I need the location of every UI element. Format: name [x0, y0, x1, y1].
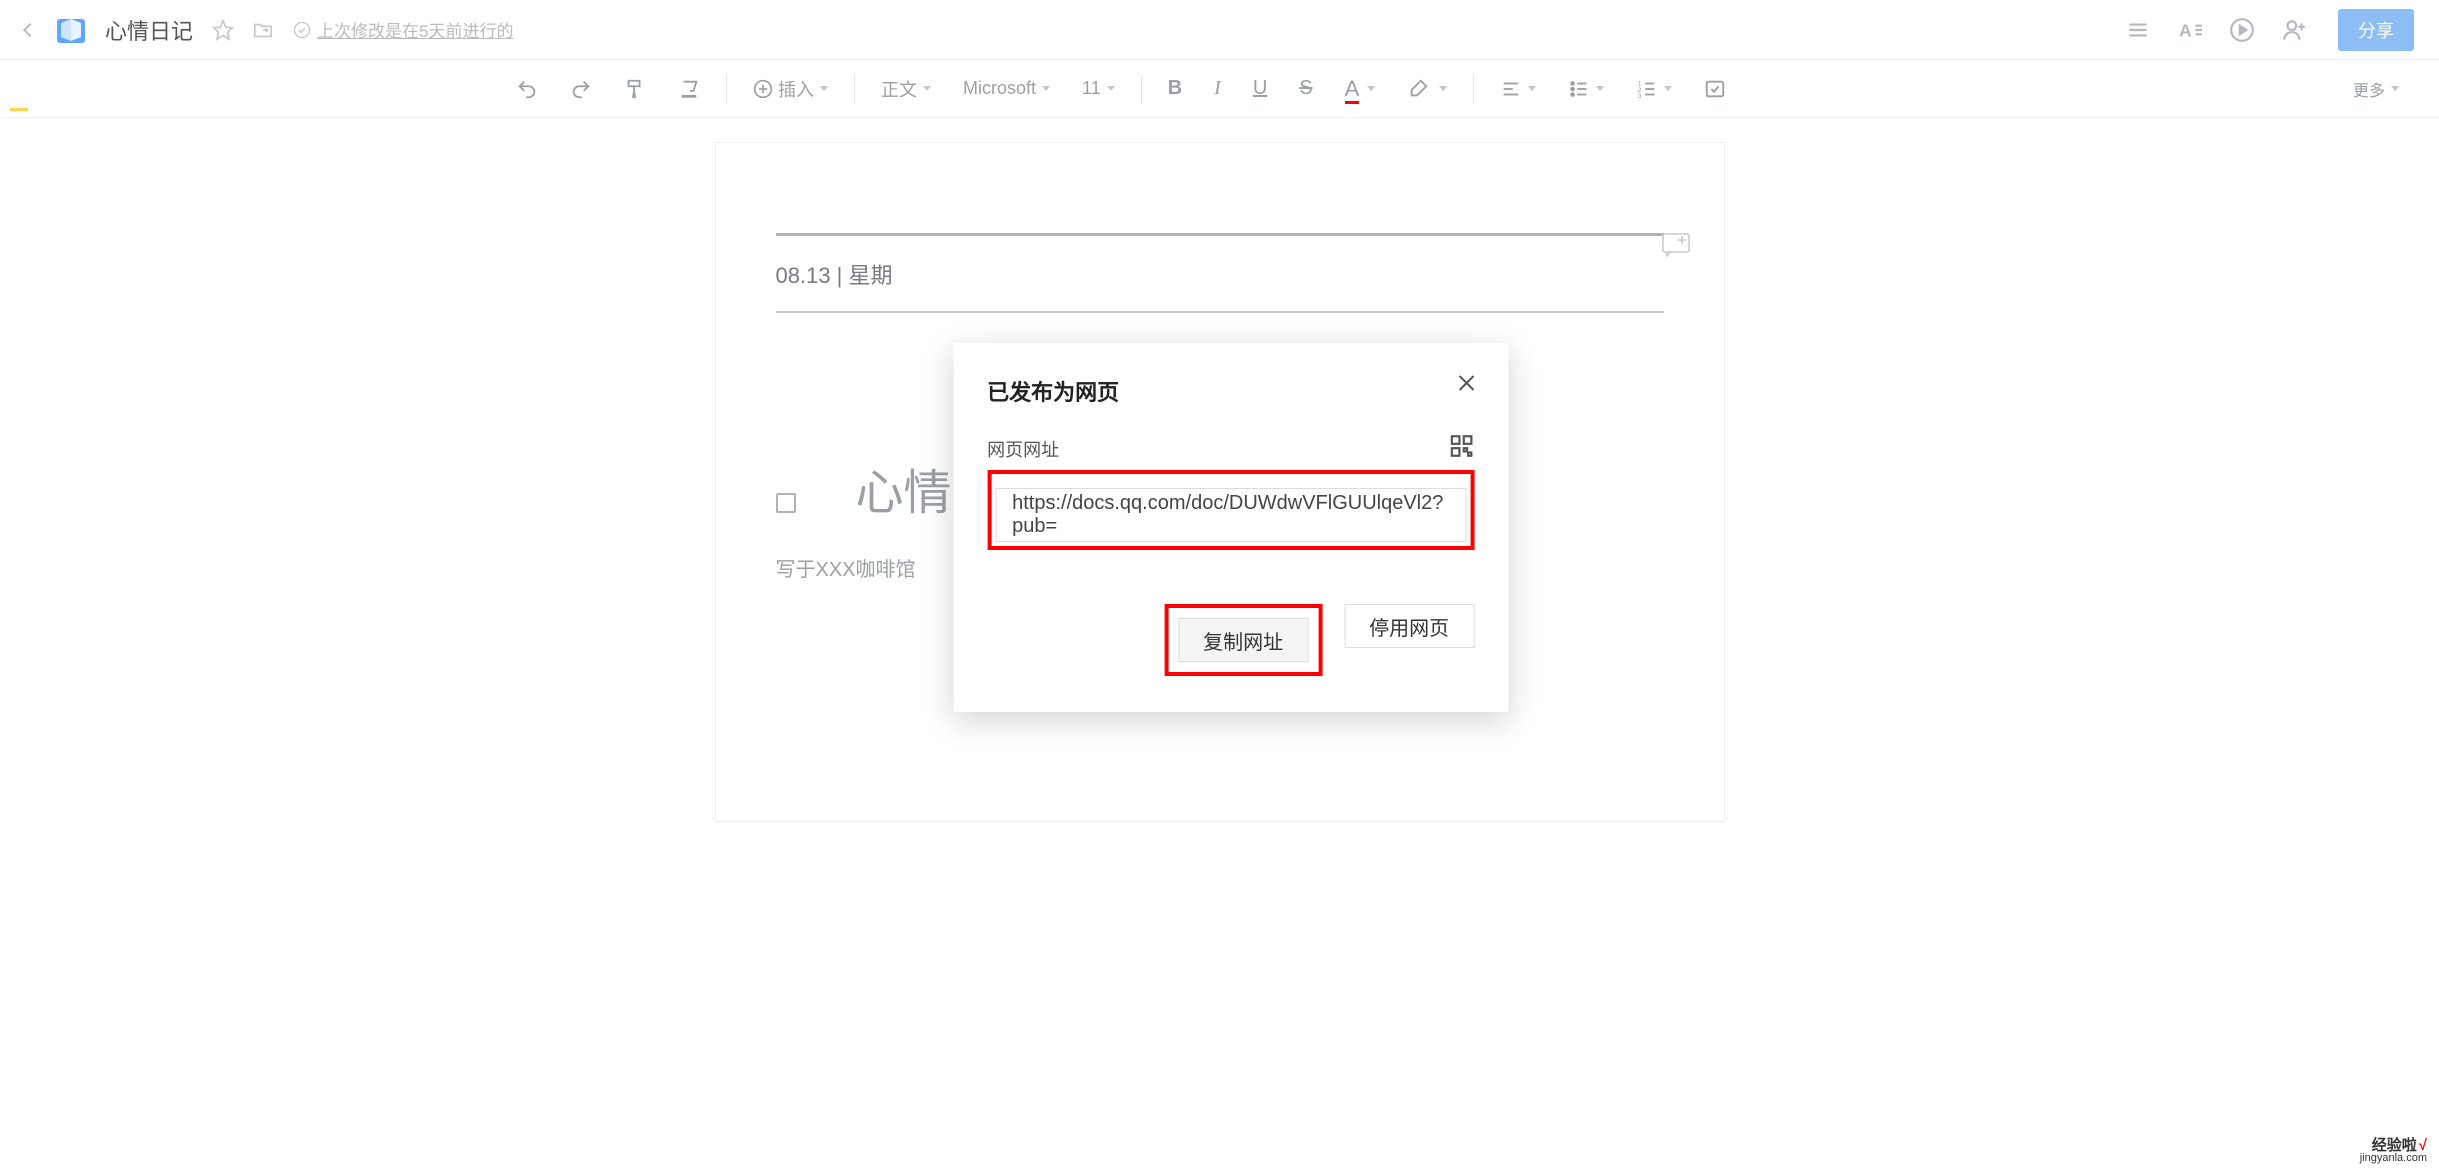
font-family-select[interactable]: Microsoft: [955, 69, 1058, 109]
bold-button[interactable]: B: [1160, 69, 1190, 109]
numbered-list-button[interactable]: 123: [1628, 69, 1680, 109]
page-wrap: 08.13 | 星期 心情日记 写于XXX咖啡馆 已发布为网页 网页网址 htt…: [0, 118, 2439, 882]
italic-button[interactable]: I: [1206, 69, 1229, 109]
watermark: 经验啦√ jingyanla.com: [2360, 1138, 2427, 1165]
highlight-color-button[interactable]: [1399, 69, 1455, 109]
more-label: 更多: [2353, 77, 2385, 101]
svg-text:A: A: [2179, 20, 2192, 40]
svg-text:3: 3: [1638, 93, 1642, 100]
underline-button[interactable]: U: [1245, 69, 1275, 109]
url-value: https://docs.qq.com/doc/DUWdwVFlGUUlqeVl…: [1012, 492, 1449, 538]
paragraph-style-select[interactable]: 正文: [873, 69, 939, 109]
font-color-button[interactable]: A: [1337, 69, 1384, 109]
font-name-label: Microsoft: [963, 78, 1036, 99]
back-icon[interactable]: [23, 22, 37, 36]
checklist-button[interactable]: [1696, 69, 1734, 109]
status-text: 上次修改是在5天前进行的: [317, 17, 513, 42]
url-highlight-box: https://docs.qq.com/doc/DUWdwVFlGUUlqeVl…: [987, 470, 1474, 550]
dialog-title: 已发布为网页: [987, 375, 1474, 407]
copy-highlight-box: 复制网址: [1164, 604, 1322, 676]
menu-lines-icon[interactable]: [2118, 10, 2158, 50]
clear-format-button[interactable]: [670, 69, 708, 109]
save-status[interactable]: 上次修改是在5天前进行的: [293, 17, 513, 42]
topbar: 心情日记 上次修改是在5天前进行的 A 分享: [0, 0, 2439, 60]
watermark-domain: jingyanla.com: [2360, 1153, 2427, 1165]
app-logo-icon: [55, 14, 87, 46]
checkbox-icon[interactable]: [776, 493, 796, 513]
close-button[interactable]: [1454, 371, 1478, 400]
redo-button[interactable]: [562, 69, 600, 109]
undo-button[interactable]: [508, 69, 546, 109]
align-button[interactable]: [1492, 69, 1544, 109]
play-circle-icon[interactable]: [2222, 10, 2262, 50]
share-button[interactable]: 分享: [2338, 9, 2414, 51]
publish-dialog: 已发布为网页 网页网址 https://docs.qq.com/doc/DUWd…: [953, 343, 1508, 712]
insert-menu[interactable]: 插入: [745, 69, 836, 109]
check-circle-icon: [293, 21, 311, 39]
watermark-brand: 经验啦: [2372, 1137, 2417, 1154]
para-style-label: 正文: [881, 76, 917, 102]
edit-toolbar: 插入 正文 Microsoft 11 B I U S A 123 更多: [0, 60, 2439, 118]
bullet-list-button[interactable]: [1560, 69, 1612, 109]
url-input[interactable]: https://docs.qq.com/doc/DUWdwVFlGUUlqeVl…: [995, 488, 1466, 542]
copy-url-button[interactable]: 复制网址: [1178, 618, 1308, 662]
text-format-icon[interactable]: A: [2170, 10, 2210, 50]
insert-label: 插入: [778, 76, 814, 102]
more-menu[interactable]: 更多: [2353, 77, 2399, 101]
disable-page-button[interactable]: 停用网页: [1344, 604, 1474, 648]
add-user-icon[interactable]: [2274, 10, 2314, 50]
doc-title: 心情日记: [105, 14, 193, 46]
header-right-actions: A 分享: [2112, 9, 2414, 51]
font-size-select[interactable]: 11: [1074, 69, 1123, 109]
qr-code-icon[interactable]: [1448, 433, 1474, 464]
date-meta: 08.13 | 星期: [776, 258, 893, 290]
dialog-button-row: 复制网址 停用网页: [987, 604, 1474, 676]
url-label: 网页网址: [987, 436, 1059, 462]
strikethrough-button[interactable]: S: [1291, 69, 1320, 109]
format-painter-button[interactable]: [616, 69, 654, 109]
font-size-label: 11: [1082, 78, 1101, 99]
meta-row: 08.13 | 星期: [776, 233, 1664, 313]
add-comment-icon[interactable]: [1662, 233, 1694, 257]
star-icon[interactable]: [207, 14, 239, 46]
watermark-check-icon: √: [2419, 1137, 2427, 1154]
folder-move-icon[interactable]: [247, 14, 279, 46]
